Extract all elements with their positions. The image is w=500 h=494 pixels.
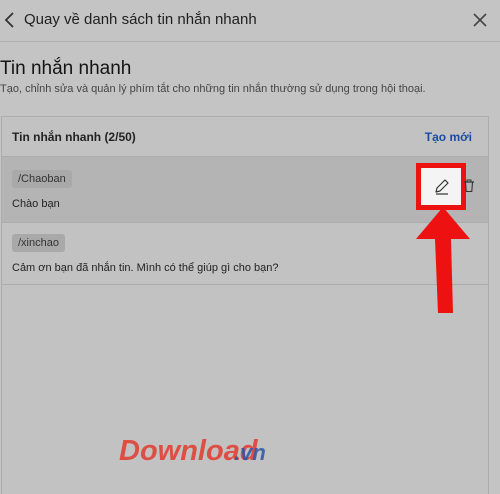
shortcut-tag: /xinchao <box>12 234 65 252</box>
message-text: Cảm ơn bạn đã nhắn tin. Mình có thể giúp… <box>12 262 279 274</box>
message-text: Chào bạn <box>12 198 60 210</box>
page-title: Tin nhắn nhanh <box>0 58 132 79</box>
edit-button[interactable] <box>416 163 466 210</box>
pencil-icon <box>435 179 449 195</box>
close-icon[interactable] <box>470 10 490 30</box>
panel-header: Tin nhắn nhanh (2/50) Tạo mới <box>2 117 488 157</box>
red-arrow-icon <box>416 207 470 313</box>
create-new-button[interactable]: Tạo mới <box>425 130 472 144</box>
window-header: Quay về danh sách tin nhắn nhanh <box>0 0 500 42</box>
page-description: Tạo, chỉnh sửa và quản lý phím tắt cho n… <box>0 83 426 95</box>
shortcut-tag: /Chaoban <box>12 170 72 188</box>
panel-title: Tin nhắn nhanh (2/50) <box>12 130 136 144</box>
chevron-left-icon[interactable] <box>0 8 22 32</box>
header-title: Quay về danh sách tin nhắn nhanh <box>24 11 257 28</box>
trash-icon[interactable] <box>462 179 476 193</box>
